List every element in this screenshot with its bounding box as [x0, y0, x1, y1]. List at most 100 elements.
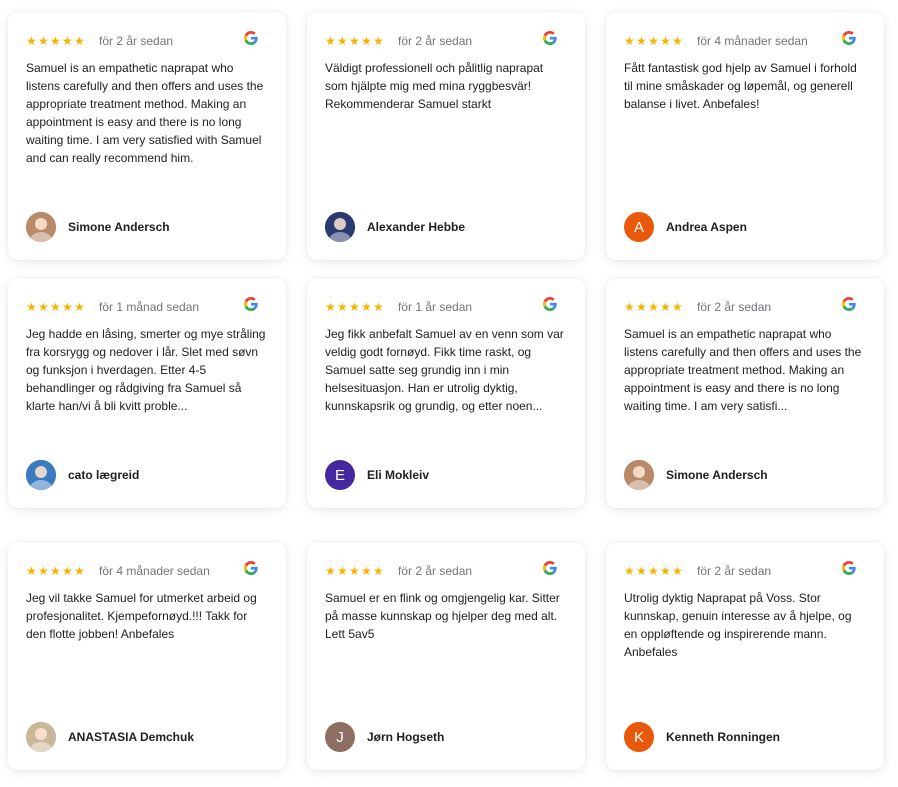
author-name[interactable]: ANASTASIA Demchuk: [68, 730, 194, 744]
star-icon: ★: [373, 563, 384, 578]
review-card: ★ ★ ★ ★ ★ för 2 år sedan Samuel is an empathet…: [606, 278, 884, 508]
rating-stars: ★ ★ ★ ★ ★: [325, 563, 385, 578]
review-header: ★ ★ ★ ★ ★ för 2 år sedan: [624, 297, 870, 315]
author-name[interactable]: Andrea Aspen: [666, 220, 747, 234]
review-text: Utrolig dyktig Naprapat på Voss. Stor ku…: [624, 591, 852, 659]
star-icon: ★: [26, 33, 37, 48]
review-date: för 2 år sedan: [99, 34, 174, 48]
author-name[interactable]: Kenneth Ronningen: [666, 730, 780, 744]
author-name[interactable]: Jørn Hogseth: [367, 730, 444, 744]
star-icon: ★: [337, 563, 348, 578]
avatar[interactable]: [26, 212, 56, 242]
google-logo-icon: [244, 31, 258, 45]
review-date: för 2 år sedan: [398, 34, 473, 48]
star-icon: ★: [648, 299, 659, 314]
avatar[interactable]: [325, 212, 355, 242]
star-icon: ★: [50, 299, 61, 314]
star-icon: ★: [660, 299, 671, 314]
review-date: för 4 månader sedan: [99, 564, 210, 578]
google-logo-icon: [244, 297, 258, 311]
review-author[interactable]: Alexander Hebbe: [325, 212, 465, 242]
star-icon: ★: [337, 33, 348, 48]
star-icon: ★: [373, 33, 384, 48]
review-text: Samuel is an empathetic naprapat who lis…: [26, 61, 264, 165]
star-icon: ★: [660, 563, 671, 578]
star-icon: ★: [648, 33, 659, 48]
avatar[interactable]: E: [325, 460, 355, 490]
review-card: ★ ★ ★ ★ ★ för 1 år sedan Jeg fikk anbefalt Sam…: [307, 278, 585, 508]
review-date: för 1 år sedan: [398, 300, 473, 314]
review-card: ★ ★ ★ ★ ★ för 2 år sedan Väldigt professionell…: [307, 12, 585, 260]
review-text: Jeg vil takke Samuel for utmerket arbeid…: [26, 591, 257, 641]
review-card: ★ ★ ★ ★ ★ för 1 månad sedan Jeg hadde en låsin…: [8, 278, 286, 508]
star-icon: ★: [325, 563, 336, 578]
review-date: för 1 månad sedan: [99, 300, 200, 314]
google-logo-icon: [842, 31, 856, 45]
review-header: ★ ★ ★ ★ ★ för 2 år sedan: [325, 31, 571, 49]
google-logo-icon: [543, 31, 557, 45]
review-date: för 2 år sedan: [398, 564, 473, 578]
star-icon: ★: [26, 563, 37, 578]
star-icon: ★: [38, 299, 49, 314]
avatar-letter: K: [633, 728, 644, 746]
star-icon: ★: [636, 563, 647, 578]
review-author[interactable]: A Andrea Aspen: [624, 212, 747, 242]
rating-stars: ★ ★ ★ ★ ★: [624, 299, 684, 314]
star-icon: ★: [349, 33, 360, 48]
review-text: Jeg fikk anbefalt Samuel av en venn som …: [325, 327, 564, 413]
review-header: ★ ★ ★ ★ ★ för 1 år sedan: [325, 297, 571, 315]
google-logo-icon: [244, 561, 258, 575]
star-icon: ★: [624, 299, 635, 314]
star-icon: ★: [672, 563, 683, 578]
star-icon: ★: [636, 33, 647, 48]
review-author[interactable]: Simone Andersch: [26, 212, 170, 242]
google-logo-icon: [543, 561, 557, 575]
review-author[interactable]: cato lægreid: [26, 460, 139, 490]
review-card: ★ ★ ★ ★ ★ för 4 månader sedan Jeg vil takke Sa…: [8, 542, 286, 770]
rating-stars: ★ ★ ★ ★ ★: [325, 33, 385, 48]
review-author[interactable]: Simone Andersch: [624, 460, 768, 490]
author-name[interactable]: Simone Andersch: [68, 220, 170, 234]
review-card: ★ ★ ★ ★ ★ för 4 månader sedan Fått fantastisk …: [606, 12, 884, 260]
review-author[interactable]: J Jørn Hogseth: [325, 722, 444, 752]
avatar[interactable]: A: [624, 212, 654, 242]
review-text: Fått fantastisk god hjelp av Samuel i fo…: [624, 61, 857, 111]
star-icon: ★: [38, 563, 49, 578]
google-logo-icon: [543, 297, 557, 311]
google-logo-icon: [842, 561, 856, 575]
author-name[interactable]: Alexander Hebbe: [367, 220, 465, 234]
review-author[interactable]: K Kenneth Ronningen: [624, 722, 780, 752]
star-icon: ★: [50, 563, 61, 578]
review-author[interactable]: ANASTASIA Demchuk: [26, 722, 194, 752]
star-icon: ★: [648, 563, 659, 578]
avatar[interactable]: [26, 460, 56, 490]
star-icon: ★: [624, 33, 635, 48]
star-icon: ★: [74, 299, 85, 314]
avatar[interactable]: [26, 722, 56, 752]
star-icon: ★: [62, 33, 73, 48]
rating-stars: ★ ★ ★ ★ ★: [26, 299, 86, 314]
avatar[interactable]: K: [624, 722, 654, 752]
author-name[interactable]: Eli Mokleiv: [367, 468, 429, 482]
star-icon: ★: [361, 33, 372, 48]
author-name[interactable]: cato lægreid: [68, 468, 139, 482]
star-icon: ★: [38, 33, 49, 48]
google-logo-icon: [842, 297, 856, 311]
review-header: ★ ★ ★ ★ ★ för 1 månad sedan: [26, 297, 272, 315]
star-icon: ★: [349, 563, 360, 578]
author-name[interactable]: Simone Andersch: [666, 468, 768, 482]
star-icon: ★: [26, 299, 37, 314]
star-icon: ★: [74, 563, 85, 578]
review-text: Jeg hadde en låsing, smerter og mye strå…: [26, 327, 266, 413]
star-icon: ★: [672, 33, 683, 48]
star-icon: ★: [636, 299, 647, 314]
avatar[interactable]: J: [325, 722, 355, 752]
star-icon: ★: [62, 563, 73, 578]
avatar-letter: E: [334, 466, 345, 484]
review-text: Samuel er en flink og omgjengelig kar. S…: [325, 591, 560, 641]
review-header: ★ ★ ★ ★ ★ för 2 år sedan: [26, 31, 272, 49]
review-author[interactable]: E Eli Mokleiv: [325, 460, 429, 490]
avatar[interactable]: [624, 460, 654, 490]
star-icon: ★: [325, 299, 336, 314]
star-icon: ★: [62, 299, 73, 314]
